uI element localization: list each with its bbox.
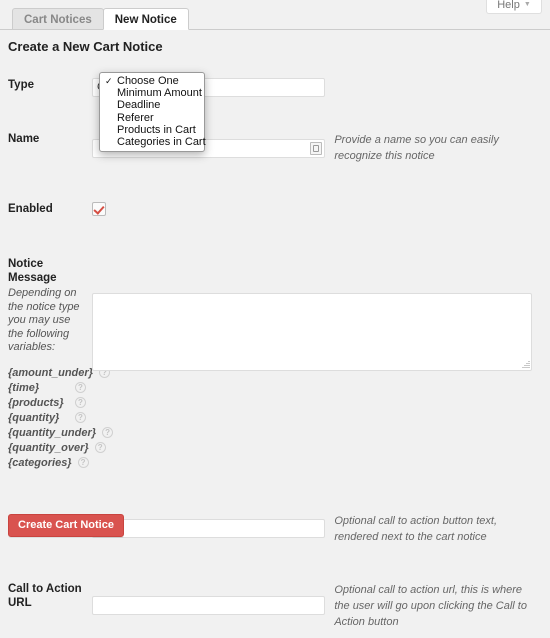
nav-tabs: Cart Notices New Notice [12, 6, 188, 30]
variable-name: {quantity_over} [8, 441, 89, 455]
list-item: {products} ? [8, 396, 86, 411]
notice-message-textarea-wrap [92, 293, 532, 371]
list-item: {categories} ? [8, 456, 86, 471]
variable-name: {time} [8, 381, 39, 395]
help-icon[interactable]: ? [102, 427, 113, 438]
create-cart-notice-button[interactable]: Create Cart Notice [8, 514, 124, 537]
notice-message-description: Depending on the notice type you may use… [8, 287, 86, 355]
dropdown-option-products-in-cart[interactable]: Products in Cart [100, 124, 204, 136]
call-to-action-input[interactable] [92, 519, 325, 538]
variable-name: {amount_under} [8, 366, 93, 380]
call-to-action-url-input[interactable] [92, 596, 325, 615]
list-item: {amount_under} ? [8, 366, 86, 381]
name-description: Provide a name so you can easily recogni… [334, 132, 539, 164]
type-dropdown-menu[interactable]: ✓ Choose One Minimum Amount Deadline Ref… [99, 72, 205, 152]
notice-message-title: Notice Message [8, 257, 86, 285]
form-row-name: Name Provide a name so you can easily re… [0, 124, 550, 172]
help-icon[interactable]: ? [75, 397, 86, 408]
label-notice-message: Notice Message Depending on the notice t… [0, 249, 92, 479]
dropdown-option-label: Deadline [117, 99, 160, 111]
variable-name: {products} [8, 396, 64, 410]
list-item: {quantity} ? [8, 411, 86, 426]
dropdown-option-referer[interactable]: Referer [100, 112, 204, 124]
form-row-call-to-action-url: Call to Action URL Optional call to acti… [0, 574, 550, 638]
dropdown-option-minimum-amount[interactable]: Minimum Amount [100, 87, 204, 99]
dropdown-option-categories-in-cart[interactable]: Categories in Cart [100, 136, 204, 148]
call-to-action-description: Optional call to action button text, ren… [334, 513, 539, 545]
list-item: {quantity_under} ? [8, 426, 86, 441]
help-tab[interactable]: Help ▼ [486, 0, 542, 14]
dropdown-option-label: Referer [117, 112, 154, 124]
dropdown-option-deadline[interactable]: Deadline [100, 99, 204, 111]
dropdown-option-label: Choose One [117, 75, 179, 87]
field-notice-message [92, 249, 550, 382]
list-item: {quantity_over} ? [8, 441, 86, 456]
tabs-underline [0, 29, 550, 30]
dropdown-option-label: Minimum Amount [117, 87, 202, 99]
help-icon[interactable]: ? [95, 442, 106, 453]
page-title: Create a New Cart Notice [8, 39, 163, 54]
tab-new-notice[interactable]: New Notice [103, 8, 189, 30]
label-enabled: Enabled [0, 194, 92, 224]
chevron-down-icon: ▼ [524, 0, 531, 11]
variable-name: {quantity} [8, 411, 59, 425]
check-icon: ✓ [105, 75, 113, 87]
label-call-to-action-url: Call to Action URL [0, 574, 92, 618]
dropdown-option-choose-one[interactable]: ✓ Choose One [100, 75, 204, 87]
help-icon[interactable]: ? [75, 412, 86, 423]
field-call-to-action-url: Optional call to action url, this is whe… [92, 574, 550, 638]
form-row-type: Type Choose One [0, 70, 550, 105]
enabled-checkbox[interactable] [92, 202, 106, 216]
label-type: Type [0, 70, 92, 100]
help-icon[interactable]: ? [75, 382, 86, 393]
autofill-icon[interactable] [310, 142, 322, 155]
help-tab-label: Help [497, 0, 520, 11]
notice-form: Type Choose One Name Provide a name so y… [0, 70, 550, 638]
variable-name: {quantity_under} [8, 426, 96, 440]
field-enabled [92, 194, 550, 227]
field-call-to-action: Optional call to action button text, ren… [92, 505, 550, 553]
form-row-notice-message: Notice Message Depending on the notice t… [0, 249, 550, 479]
variable-list: {amount_under} ? {time} ? {products} ? {… [8, 366, 86, 471]
call-to-action-url-description: Optional call to action url, this is whe… [334, 582, 539, 630]
dropdown-option-label: Categories in Cart [117, 136, 206, 148]
help-icon[interactable]: ? [78, 457, 89, 468]
notice-message-textarea[interactable] [92, 293, 532, 371]
list-item: {time} ? [8, 381, 86, 396]
variable-name: {categories} [8, 456, 72, 470]
dropdown-option-label: Products in Cart [117, 124, 196, 136]
label-name: Name [0, 124, 92, 154]
form-row-enabled: Enabled [0, 194, 550, 227]
tab-cart-notices[interactable]: Cart Notices [12, 8, 104, 30]
